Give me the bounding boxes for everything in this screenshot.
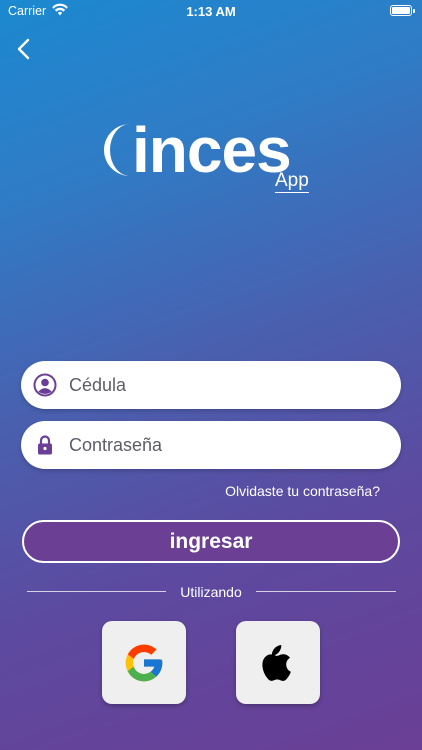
divider-right <box>256 591 396 592</box>
status-bar: Carrier 1:13 AM <box>0 0 422 22</box>
clock: 1:13 AM <box>186 4 236 19</box>
forgot-password-link[interactable]: Olvidaste tu contraseña? <box>225 483 380 499</box>
cedula-field[interactable] <box>21 361 401 409</box>
cedula-input[interactable] <box>69 369 389 401</box>
logo-wordmark: inces <box>132 114 292 186</box>
back-chevron-icon[interactable] <box>12 36 36 62</box>
divider-label: Utilizando <box>180 584 242 600</box>
login-button[interactable]: ingresar <box>22 520 400 563</box>
logo-subtitle: App <box>275 170 309 193</box>
inces-logo: inces App <box>100 112 330 196</box>
apple-icon <box>262 645 291 681</box>
user-icon <box>33 373 57 397</box>
password-input[interactable] <box>69 429 389 461</box>
password-field[interactable] <box>21 421 401 469</box>
battery-icon <box>390 5 415 16</box>
apple-signin-button[interactable] <box>236 621 320 704</box>
divider-left <box>27 591 166 592</box>
google-signin-button[interactable] <box>102 621 186 704</box>
google-icon <box>125 644 163 682</box>
lock-icon <box>38 435 52 455</box>
login-screen: Carrier 1:13 AM inces App Cédula Olvidas… <box>0 0 422 750</box>
